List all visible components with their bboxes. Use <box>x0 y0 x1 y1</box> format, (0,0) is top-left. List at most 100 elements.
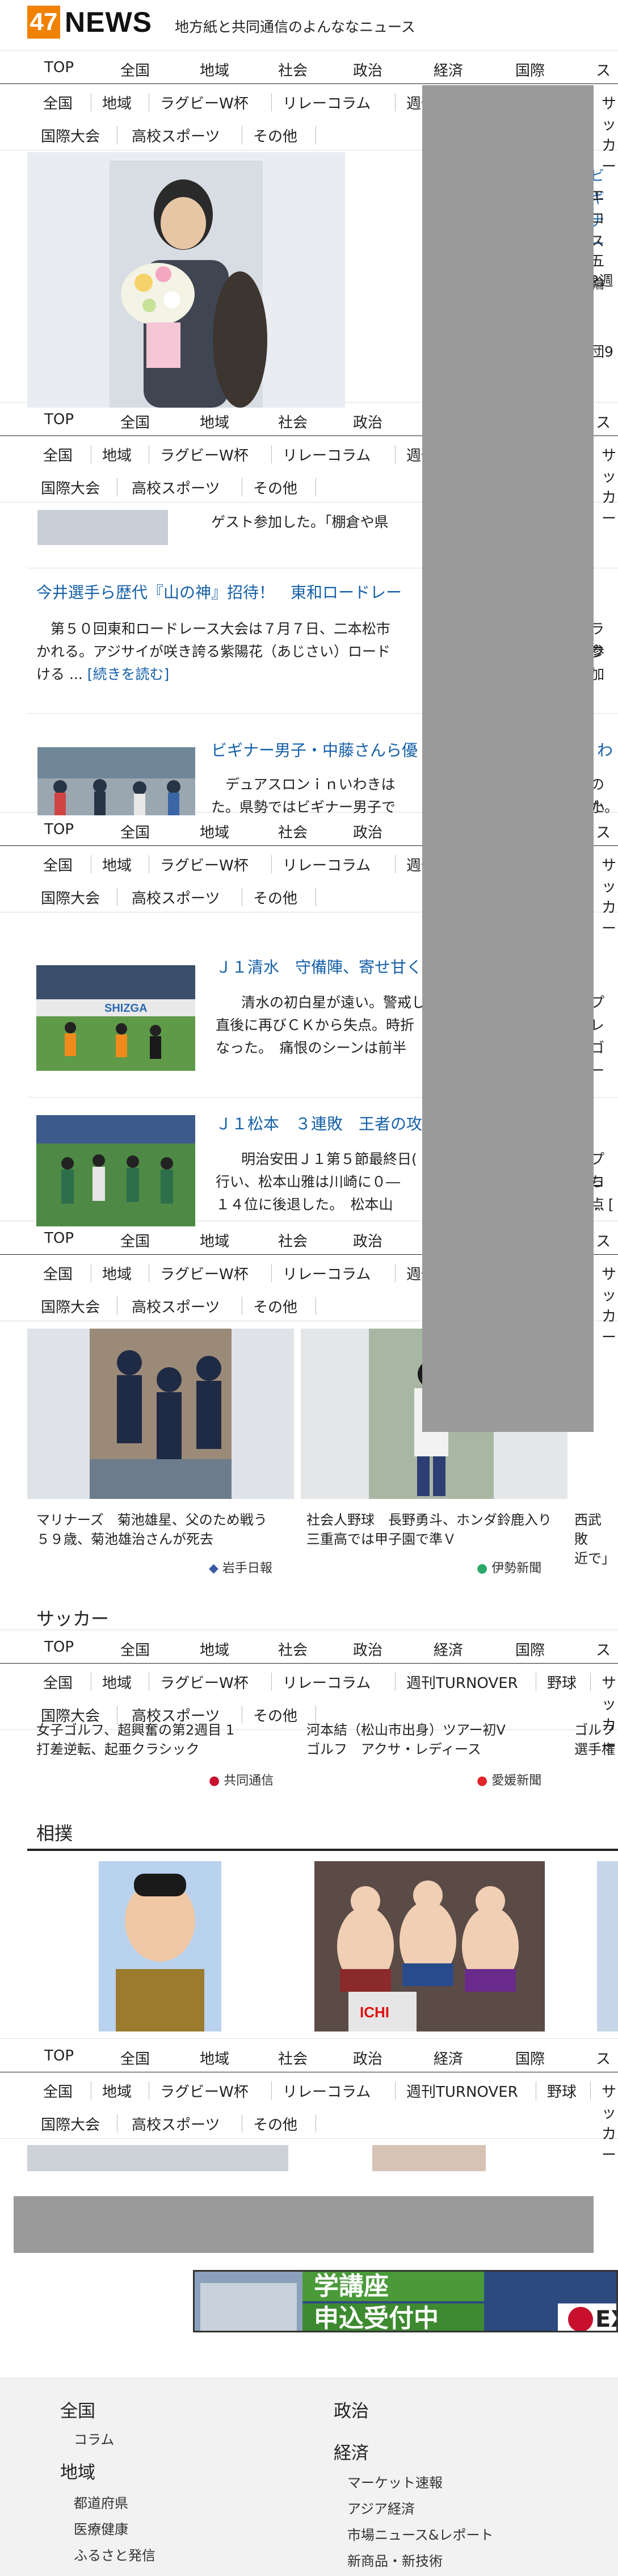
sub-nav-item[interactable]: 全国 <box>43 444 73 465</box>
section-title-soccer[interactable]: サッカー <box>36 1605 109 1631</box>
sub-nav-item[interactable]: サッカー <box>602 92 618 176</box>
sub-nav-item[interactable]: 地域 <box>102 444 132 465</box>
sub-nav-item[interactable]: リレーコラム <box>283 92 371 113</box>
sub-nav-item[interactable]: ラグビーW杯 <box>160 444 249 465</box>
footer-link-market-news[interactable]: 市場ニュース&レポート <box>347 2524 494 2544</box>
footer-link-market[interactable]: マーケット速報 <box>347 2472 443 2491</box>
sub-nav-item[interactable]: 地域 <box>102 92 132 113</box>
global-nav-item[interactable]: 政治 <box>353 1639 382 1660</box>
sub-nav-item[interactable]: ラグビーW杯 <box>160 92 249 113</box>
sub-nav-item[interactable]: 国際大会 <box>41 125 100 146</box>
global-nav-item[interactable]: 社会 <box>278 1230 308 1251</box>
sub-nav-item[interactable]: 高校スポーツ <box>132 1296 220 1317</box>
sub-nav-item[interactable]: ラグビーW杯 <box>160 854 249 875</box>
global-nav-item[interactable]: 全国 <box>120 1639 150 1660</box>
article-matsumoto-headline[interactable]: Ｊ１松本 ３連敗 王者の攻 <box>216 1112 422 1134</box>
sub-nav-item[interactable]: その他 <box>253 125 297 146</box>
global-nav-item[interactable]: 全国 <box>120 821 150 842</box>
news-photo-strip-2[interactable] <box>372 2145 486 2171</box>
news-photo-bouquet[interactable] <box>27 152 345 408</box>
sub-nav-item[interactable]: サッカー <box>602 1263 618 1347</box>
sub-nav-item[interactable]: リレーコラム <box>283 854 371 875</box>
sub-nav-item[interactable]: リレーコラム <box>283 1263 371 1284</box>
footer-link-column[interactable]: コラム <box>74 2428 114 2448</box>
sub-nav-item[interactable]: 全国 <box>43 854 73 875</box>
sub-nav-item[interactable]: リレーコラム <box>283 444 371 465</box>
sub-nav-item[interactable]: サッカー <box>602 444 618 528</box>
news-photo-kikuchi[interactable] <box>27 1329 294 1499</box>
global-nav-item[interactable]: 経済 <box>434 1639 463 1660</box>
global-nav-item[interactable]: TOP <box>44 1639 74 1656</box>
global-nav-item[interactable]: 社会 <box>278 821 308 842</box>
sub-nav-item[interactable]: 全国 <box>43 2080 73 2101</box>
global-nav-item[interactable]: 地域 <box>200 2047 229 2068</box>
global-nav-item[interactable]: 地域 <box>200 821 229 842</box>
global-nav-item[interactable]: 政治 <box>353 59 382 80</box>
global-nav-item[interactable]: 社会 <box>278 59 308 80</box>
article-beginner-headline[interactable]: ビギナー男子・中藤さんら優 <box>211 738 418 761</box>
global-nav-item[interactable]: 政治 <box>353 1230 382 1251</box>
news-photo-matsumoto[interactable] <box>36 1115 195 1226</box>
global-nav-item[interactable]: 経済 <box>434 59 463 80</box>
global-nav-item[interactable]: 政治 <box>353 821 382 842</box>
global-nav-item[interactable]: 政治 <box>353 2047 382 2068</box>
footer-link-asia[interactable]: アジア経済 <box>347 2498 415 2518</box>
sub-nav-item[interactable]: 週刊TURNOVER <box>406 1672 518 1693</box>
global-nav-item[interactable]: 社会 <box>278 411 308 432</box>
global-nav-item[interactable]: 国際 <box>515 59 545 80</box>
global-nav-item[interactable]: 全国 <box>120 1230 150 1251</box>
news-photo-sumo-edge[interactable] <box>597 1861 618 2032</box>
sub-nav-item[interactable]: 地域 <box>102 854 132 875</box>
news-photo-sumo-ring[interactable]: ICHI <box>314 1861 545 2032</box>
global-nav-item[interactable]: 社会 <box>278 2047 308 2068</box>
global-nav-item[interactable]: TOP <box>44 1230 74 1247</box>
card-nagano-caption[interactable]: 社会人野球 長野勇斗、ホンダ鈴鹿入り 三重高では甲子園で準Ｖ <box>306 1510 565 1549</box>
global-nav-item[interactable]: 政治 <box>353 411 382 432</box>
sub-nav-item[interactable]: 高校スポーツ <box>132 125 220 146</box>
global-nav-item[interactable]: TOP <box>44 821 74 838</box>
footer-link-health[interactable]: 医療健康 <box>74 2518 128 2538</box>
sub-nav-item[interactable]: その他 <box>253 477 297 498</box>
section-title-sumo[interactable]: 相撲 <box>36 1819 73 1845</box>
sub-nav-item[interactable]: 野球 <box>547 1672 577 1693</box>
read-more-link[interactable]: [続きを読む] <box>87 666 170 682</box>
sub-nav-item[interactable]: その他 <box>253 1296 297 1317</box>
sub-nav-item[interactable]: 地域 <box>102 1672 132 1693</box>
soccer-card-1-caption[interactable]: 打差逆転、起亜クラシック <box>36 1740 286 1759</box>
sub-nav-item[interactable]: ラグビーW杯 <box>160 1263 249 1284</box>
news-photo-duathlon[interactable] <box>37 747 195 815</box>
sub-nav-item[interactable]: ラグビーW杯 <box>160 2080 249 2101</box>
global-nav-item[interactable]: 全国 <box>120 2047 150 2068</box>
global-nav-item[interactable]: 国際 <box>515 2047 545 2068</box>
sub-nav-item[interactable]: 全国 <box>43 1263 73 1284</box>
global-nav-item[interactable]: 地域 <box>200 59 229 80</box>
sub-nav-item[interactable]: 地域 <box>102 1263 132 1284</box>
sub-nav-item[interactable]: 高校スポーツ <box>132 477 220 498</box>
sub-nav-item[interactable]: リレーコラム <box>283 2080 371 2101</box>
article-imai-headline[interactable]: 今井選手ら歴代『山の神』招待！ 東和ロードレー <box>36 580 402 603</box>
footer-link-prefectures[interactable]: 都道府県 <box>74 2492 128 2512</box>
footer-link-hometown[interactable]: ふるさと発信 <box>74 2544 155 2564</box>
sub-nav-item[interactable]: サッカー <box>602 2080 618 2164</box>
card-kikuchi-caption[interactable]: マリナーズ 菊池雄星、父のため戦う ５９歳、菊池雄治さんが死去 <box>36 1510 286 1549</box>
global-nav-item[interactable]: 地域 <box>200 411 229 432</box>
sub-nav-item[interactable]: 週刊TURNOVER <box>406 2080 518 2101</box>
sub-nav-item[interactable]: 国際大会 <box>41 887 100 908</box>
footer-link-national[interactable]: 全国 <box>60 2397 95 2422</box>
footer-link-politics[interactable]: 政治 <box>334 2397 369 2422</box>
sub-nav-item[interactable]: 国際大会 <box>41 477 100 498</box>
sub-nav-item[interactable]: リレーコラム <box>283 1672 371 1693</box>
soccer-card-3-top[interactable]: ゴルフ <box>574 1720 617 1740</box>
sub-nav-item[interactable]: 地域 <box>102 2080 132 2101</box>
sub-nav-item[interactable]: 高校スポーツ <box>132 2113 220 2134</box>
article-beginner-headline-tail[interactable]: わ <box>597 738 613 761</box>
sub-nav-item[interactable]: その他 <box>253 887 297 908</box>
news-photo-strip-1[interactable] <box>27 2145 288 2171</box>
news-photo-hakuho[interactable] <box>99 1861 221 2032</box>
sub-nav-item[interactable]: 国際大会 <box>41 1296 100 1317</box>
soccer-card-3-caption[interactable]: 選手権 <box>574 1740 617 1759</box>
footer-link-economy[interactable]: 経済 <box>334 2439 369 2464</box>
sub-nav-item[interactable]: 高校スポーツ <box>132 887 220 908</box>
footer-link-new-products[interactable]: 新商品・新技術 <box>347 2550 443 2570</box>
global-nav-item[interactable]: TOP <box>44 2047 74 2064</box>
